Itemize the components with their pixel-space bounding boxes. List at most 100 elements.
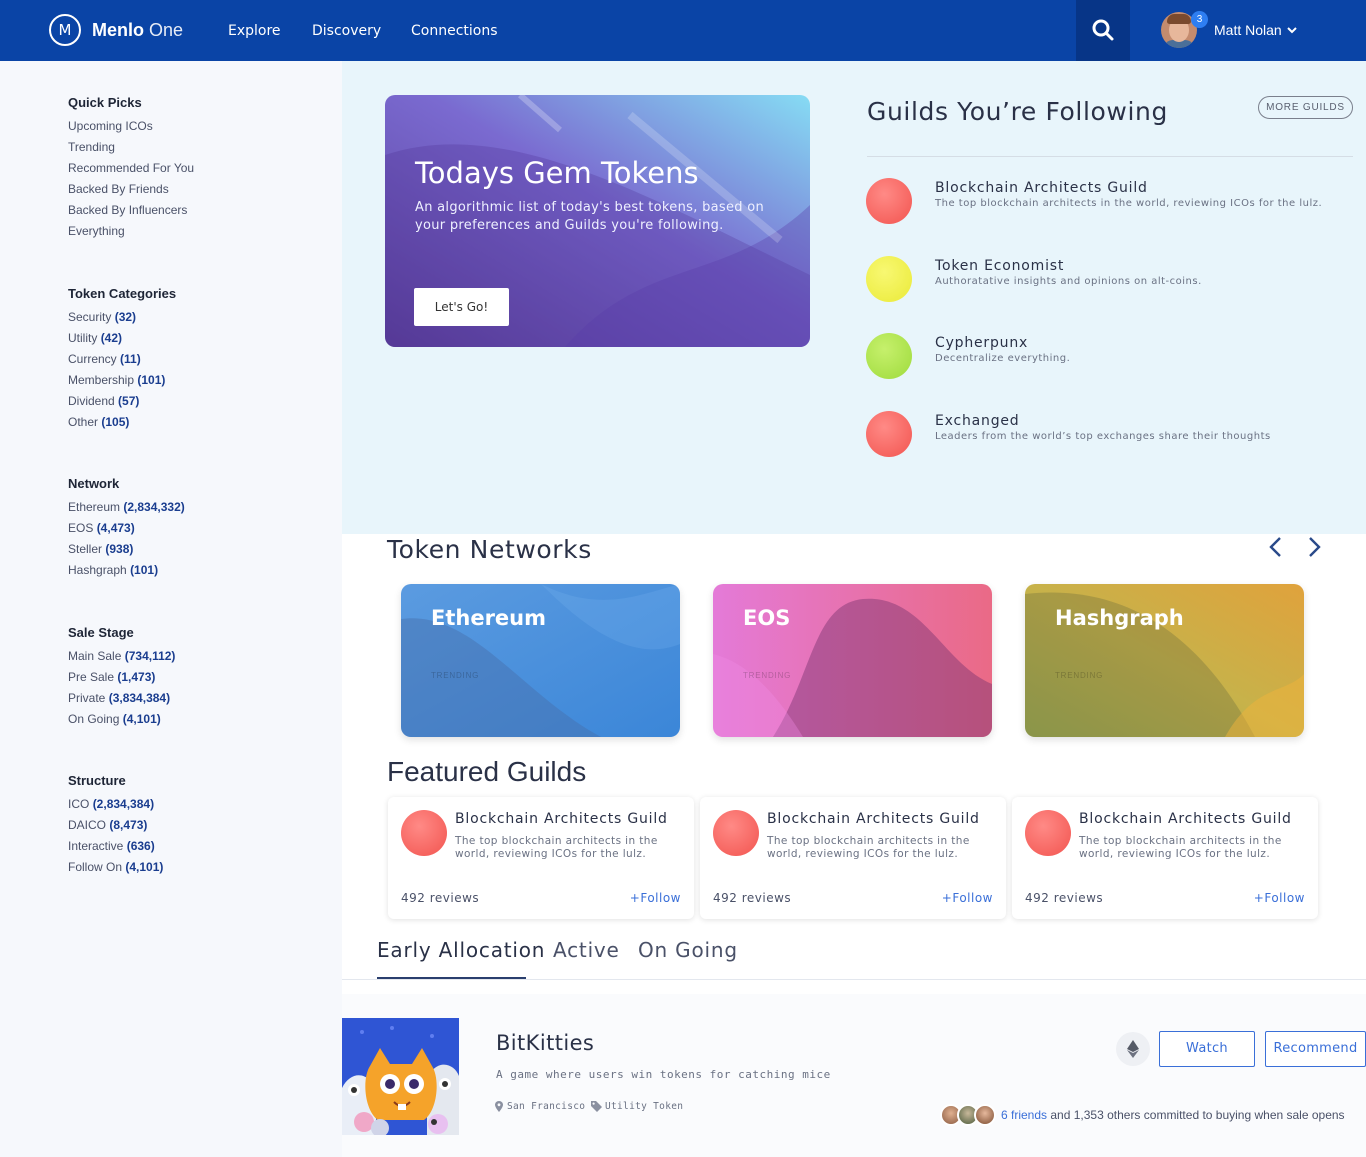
sidebar-item-utility[interactable]: Utility (42)	[68, 328, 176, 349]
menlo-logo-icon[interactable]: M	[49, 14, 81, 46]
guild-avatar	[713, 810, 759, 856]
network-name: Hashgraph	[1055, 606, 1184, 630]
guild-name[interactable]: Blockchain Architects Guild	[1079, 811, 1292, 827]
trending-tag: TRENDING	[1055, 671, 1104, 680]
guild-avatar	[401, 810, 447, 856]
sidebar-item-trending[interactable]: Trending	[68, 137, 194, 158]
sidebar-item-other[interactable]: Other (105)	[68, 412, 176, 433]
structure-title: Structure	[68, 773, 126, 788]
nav-explore[interactable]: Explore	[228, 23, 281, 39]
guild-avatar-token-economist[interactable]	[866, 256, 912, 302]
bitkitties-image[interactable]	[342, 1018, 459, 1135]
sidebar-item-follow-on[interactable]: Follow On (4,101)	[68, 857, 163, 878]
guild-avatar-cypherpunx[interactable]	[866, 333, 912, 379]
sidebar-item-pre-sale[interactable]: Pre Sale (1,473)	[68, 667, 175, 688]
structure-section: Structure ICO (2,834,384) DAICO (8,473) …	[68, 772, 163, 878]
watch-button[interactable]: Watch	[1159, 1031, 1255, 1067]
featured-guild-card[interactable]: Blockchain Architects Guild The top bloc…	[388, 797, 694, 919]
listing-description: A game where users win tokens for catchi…	[496, 1068, 831, 1081]
search-icon	[1092, 19, 1114, 41]
guild-name[interactable]: Blockchain Architects Guild	[935, 180, 1148, 196]
guild-avatar-exchanged[interactable]	[866, 411, 912, 457]
sidebar-item-upcoming-icos[interactable]: Upcoming ICOs	[68, 116, 194, 137]
guild-name[interactable]: Blockchain Architects Guild	[767, 811, 980, 827]
sidebar-item-backed-influencers[interactable]: Backed By Influencers	[68, 200, 194, 221]
tab-on-going[interactable]: On Going	[638, 938, 738, 962]
gem-subtitle: An algorithmic list of today's best toke…	[415, 200, 765, 233]
trending-tag: TRENDING	[431, 671, 480, 680]
tag-icon	[591, 1101, 602, 1112]
sidebar-item-on-going[interactable]: On Going (4,101)	[68, 709, 175, 730]
guild-name[interactable]: Token Economist	[935, 258, 1064, 274]
follow-button[interactable]: +Follow	[1254, 891, 1305, 905]
nav-discovery[interactable]: Discovery	[312, 23, 381, 39]
top-navbar: M Menlo One Explore Discovery Connection…	[0, 0, 1366, 61]
sidebar-item-main-sale[interactable]: Main Sale (734,112)	[68, 646, 175, 667]
sidebar-item-currency[interactable]: Currency (11)	[68, 349, 176, 370]
sidebar-item-membership[interactable]: Membership (101)	[68, 370, 176, 391]
chevron-left-icon[interactable]	[1265, 536, 1287, 558]
token-categories-title: Token Categories	[68, 286, 177, 301]
notification-badge[interactable]: 3	[1191, 11, 1208, 28]
brand-name[interactable]: Menlo One	[92, 20, 183, 41]
follow-button[interactable]: +Follow	[942, 891, 993, 905]
featured-guild-card[interactable]: Blockchain Architects Guild The top bloc…	[1012, 797, 1318, 919]
network-card-ethereum[interactable]: Ethereum TRENDING	[401, 584, 680, 737]
guild-name[interactable]: Cypherpunx	[935, 335, 1028, 351]
sidebar-item-ico[interactable]: ICO (2,834,384)	[68, 794, 163, 815]
review-count[interactable]: 492 reviews	[713, 891, 791, 905]
nav-connections[interactable]: Connections	[411, 23, 498, 39]
guild-name[interactable]: Blockchain Architects Guild	[455, 811, 668, 827]
tab-divider	[342, 979, 1366, 980]
sidebar-item-recommended[interactable]: Recommended For You	[68, 158, 194, 179]
tab-early-allocation[interactable]: Early Allocation	[377, 938, 545, 962]
trending-tag: TRENDING	[743, 671, 792, 680]
chevron-right-icon[interactable]	[1303, 536, 1325, 558]
review-count[interactable]: 492 reviews	[1025, 891, 1103, 905]
guild-avatar-blockchain-architects[interactable]	[866, 178, 912, 224]
divider	[867, 156, 1353, 157]
sale-stage-section: Sale Stage Main Sale (734,112) Pre Sale …	[68, 624, 175, 730]
featured-guild-card[interactable]: Blockchain Architects Guild The top bloc…	[700, 797, 1006, 919]
guild-avatar	[1025, 810, 1071, 856]
sidebar-item-security[interactable]: Security (32)	[68, 307, 176, 328]
guild-description: Authoratative insights and opinions on a…	[935, 276, 1202, 287]
recommend-button[interactable]: Recommend	[1265, 1031, 1366, 1067]
commitment-summary: 6 friends and 1,353 others committed to …	[1001, 1108, 1345, 1122]
sidebar-item-everything[interactable]: Everything	[68, 221, 194, 242]
friend-avatar[interactable]	[974, 1104, 996, 1126]
listing-token-type: Utility Token	[605, 1101, 684, 1112]
sidebar-item-steller[interactable]: Steller (938)	[68, 539, 185, 560]
network-card-eos[interactable]: EOS TRENDING	[713, 584, 992, 737]
guild-description: Decentralize everything.	[935, 353, 1071, 364]
network-section: Network Ethereum (2,834,332) EOS (4,473)…	[68, 475, 185, 581]
user-name[interactable]: Matt Nolan	[1214, 22, 1282, 38]
network-title: Network	[68, 476, 120, 491]
tab-active[interactable]: Active	[553, 938, 620, 962]
follow-button[interactable]: +Follow	[630, 891, 681, 905]
search-button[interactable]	[1076, 0, 1130, 61]
sidebar-item-dividend[interactable]: Dividend (57)	[68, 391, 176, 412]
sidebar-item-private[interactable]: Private (3,834,384)	[68, 688, 175, 709]
sidebar-item-daico[interactable]: DAICO (8,473)	[68, 815, 163, 836]
lets-go-button[interactable]: Let's Go!	[414, 288, 509, 326]
location-pin-icon	[495, 1101, 503, 1112]
listing-title[interactable]: BitKitties	[496, 1031, 594, 1055]
token-networks-title: Token Networks	[387, 535, 592, 564]
review-count[interactable]: 492 reviews	[401, 891, 479, 905]
gem-title: Todays Gem Tokens	[415, 156, 699, 190]
network-card-hashgraph[interactable]: Hashgraph TRENDING	[1025, 584, 1304, 737]
sidebar-item-eos[interactable]: EOS (4,473)	[68, 518, 185, 539]
sidebar-item-interactive[interactable]: Interactive (636)	[68, 836, 163, 857]
sidebar-item-backed-friends[interactable]: Backed By Friends	[68, 179, 194, 200]
friends-link[interactable]: 6 friends	[1001, 1108, 1047, 1122]
active-tab-indicator	[377, 977, 526, 979]
guild-name[interactable]: Exchanged	[935, 413, 1020, 429]
chevron-down-icon[interactable]	[1286, 22, 1298, 38]
sidebar-item-ethereum[interactable]: Ethereum (2,834,332)	[68, 497, 185, 518]
sidebar-item-hashgraph[interactable]: Hashgraph (101)	[68, 560, 185, 581]
sale-stage-title: Sale Stage	[68, 625, 134, 640]
filter-sidebar: Quick Picks Upcoming ICOs Trending Recom…	[0, 61, 342, 1157]
guild-description: Leaders from the world’s top exchanges s…	[935, 431, 1271, 442]
more-guilds-button[interactable]: MORE GUILDS	[1258, 96, 1353, 119]
